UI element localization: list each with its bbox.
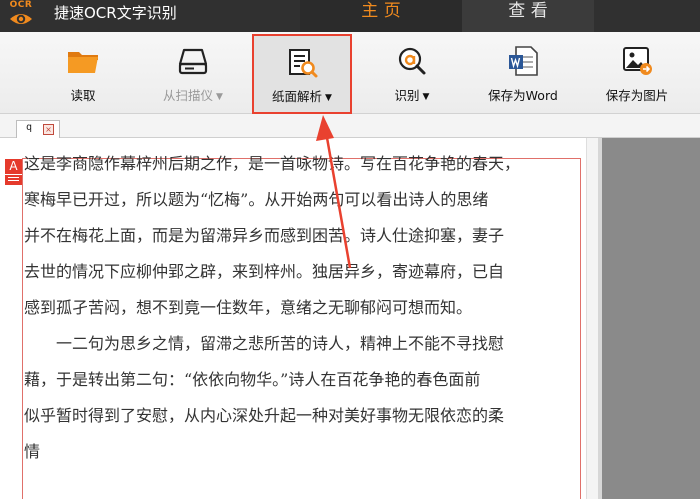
- picture-save-icon: [623, 47, 652, 75]
- text-line: 藉，于是转出第二句：“依依向物华。”诗人在百花争艳的春色面前: [24, 370, 481, 389]
- text-line: 感到孤孑苦闷，想不到竟一住数年，意绪之无聊郁闷可想而知。: [24, 298, 473, 317]
- save-as-picture-button[interactable]: 保存为图片: [594, 32, 680, 114]
- app-logo: OCR: [6, 0, 36, 32]
- recognize-dropdown-icon: ▼: [422, 92, 430, 102]
- read-label: 读取: [70, 88, 96, 103]
- scanner-dropdown-icon: ▼: [216, 92, 223, 102]
- recognize-icon: [398, 47, 426, 75]
- ribbon-toolbar: 读取 从扫描仪 ▼ 纸面解析 ▼ 识别 ▼ 保存为Word 保存为图片: [0, 32, 700, 114]
- title-bar: OCR 捷速OCR文字识别 主 页 查 看: [0, 0, 700, 32]
- page-analysis-label: 纸面解析 ▼: [254, 86, 350, 105]
- word-document-icon: [509, 46, 538, 76]
- folder-icon: [68, 52, 98, 73]
- page-analysis-button[interactable]: 纸面解析 ▼: [252, 34, 352, 114]
- scanner-label: 从扫描仪 ▼: [148, 85, 238, 104]
- tab-home[interactable]: 主 页: [300, 0, 462, 32]
- document-workspace: A 这是李商隐作幕梓州后期之作，是一首咏物诗。写在百花争艳的春天， 寒梅早已开过…: [0, 138, 700, 499]
- text-line: 似乎暂时得到了安慰，从内心深处升起一种对美好事物无限依恋的柔: [24, 406, 505, 425]
- read-button[interactable]: 读取: [48, 32, 118, 114]
- close-icon[interactable]: ×: [43, 124, 54, 135]
- save-as-word-button[interactable]: 保存为Word: [480, 32, 566, 114]
- document-tab-name: q: [26, 122, 33, 133]
- scanner-label-text: 从扫描仪: [163, 88, 214, 103]
- region-type-letter: A: [5, 159, 22, 174]
- tab-view[interactable]: 查 看: [462, 0, 594, 32]
- text-region-marker[interactable]: A: [5, 159, 22, 185]
- text-line: 并不在梅花上面，而是为留滞异乡而感到困苦。诗人仕途抑塞，妻子: [24, 226, 505, 245]
- app-title: 捷速OCR文字识别: [54, 4, 177, 22]
- text-line: 这是李商隐作幕梓州后期之作，是一首咏物诗。写在百花争艳的春天，: [24, 154, 521, 173]
- recognize-button[interactable]: 识别 ▼: [374, 32, 450, 114]
- save-as-word-label: 保存为Word: [488, 88, 558, 103]
- logo-text: OCR: [9, 0, 33, 10]
- workspace-background: [602, 138, 700, 499]
- document-magnifier-icon: [289, 49, 318, 78]
- document-tab[interactable]: q ×: [16, 120, 60, 138]
- page-analysis-label-text: 纸面解析: [272, 89, 323, 104]
- scanner-button[interactable]: 从扫描仪 ▼: [148, 32, 238, 114]
- text-line: 去世的情况下应柳仲郢之辟，来到梓州。独居异乡，寄迹幕府，已自: [24, 262, 505, 281]
- recognize-label-text: 识别: [394, 88, 420, 103]
- text-lines-icon: [5, 174, 22, 185]
- page-edge: [586, 138, 598, 499]
- eye-icon: [10, 14, 32, 24]
- text-line: 情: [24, 442, 41, 461]
- save-as-picture-label: 保存为图片: [605, 88, 669, 103]
- text-line: 寒梅早已开过，所以题为“忆梅”。从开始两句可以看出诗人的思绪: [24, 190, 489, 209]
- recognize-label: 识别 ▼: [374, 85, 450, 104]
- scanner-icon: [178, 48, 208, 75]
- page-analysis-dropdown-icon: ▼: [325, 93, 332, 103]
- text-line: 一二句为思乡之情，留滞之悲所苦的诗人，精神上不能不寻找慰: [56, 334, 505, 353]
- document-tab-strip: q ×: [0, 114, 700, 138]
- document-text: 这是李商隐作幕梓州后期之作，是一首咏物诗。写在百花争艳的春天， 寒梅早已开过，所…: [24, 153, 584, 477]
